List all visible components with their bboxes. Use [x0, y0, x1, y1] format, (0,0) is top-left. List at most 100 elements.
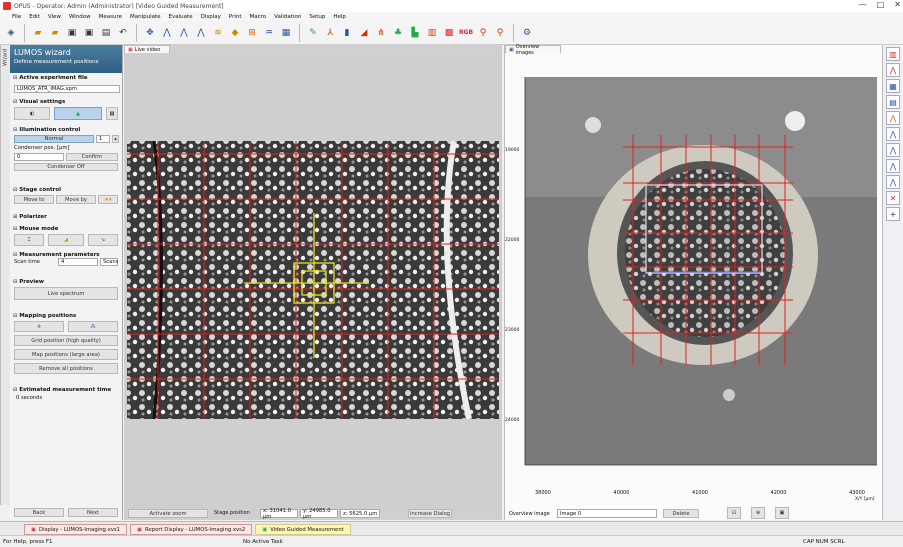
bars-icon[interactable]: ▮ — [340, 26, 354, 40]
live-video-view[interactable] — [124, 53, 502, 513]
transform-icon[interactable]: ♒ — [262, 26, 276, 40]
scan-time-unit[interactable]: Scans — [100, 258, 118, 266]
normalize-icon[interactable]: ≋ — [211, 26, 225, 40]
visual-mode-1-button[interactable]: ◐ — [14, 107, 50, 120]
peak2-icon[interactable]: ⋀ — [886, 127, 900, 141]
stage-star-icon[interactable]: ★▾ — [98, 195, 118, 204]
menu-help[interactable]: Help — [333, 14, 346, 20]
condenser-confirm-button[interactable]: Confirm — [66, 153, 118, 161]
pencil-icon[interactable]: ✎ — [306, 26, 320, 40]
visual-settings-icon[interactable]: ▦ — [106, 107, 118, 120]
line2-icon[interactable]: ⋀ — [886, 159, 900, 173]
undo-icon[interactable]: ↶ — [116, 26, 130, 40]
map-icon[interactable]: ▦ — [886, 79, 900, 93]
peak-pick-icon[interactable]: ⋀ — [160, 26, 174, 40]
overview-image-view[interactable] — [513, 55, 881, 475]
overview-image-select[interactable]: Image 0 — [557, 509, 657, 518]
image-icon[interactable]: ▩ — [442, 26, 456, 40]
smooth-icon[interactable]: ⋀ — [194, 26, 208, 40]
table-icon[interactable]: ▦ — [279, 26, 293, 40]
maximize-button[interactable]: □ — [877, 0, 885, 9]
snapshot-icon[interactable]: ▣ — [775, 507, 789, 519]
increase-dialog-button[interactable]: Increase Dialog — [408, 509, 452, 518]
section-preview[interactable]: ⊟ Preview — [10, 277, 47, 287]
baseline-icon[interactable]: ⋀ — [177, 26, 191, 40]
task-video-guided[interactable]: ▣ Video Guided Measurement — [255, 524, 351, 535]
peak-icon[interactable]: ⋀ — [886, 111, 900, 125]
wizard-icon[interactable]: ◈ — [4, 26, 18, 40]
minimize-button[interactable]: — — [859, 0, 867, 9]
spectrum-icon[interactable]: ⋀ — [886, 63, 900, 77]
zoom-fit-icon[interactable]: ⊡ — [727, 507, 741, 519]
stage-move-to-button[interactable]: Move to — [14, 195, 54, 204]
save-as-icon[interactable]: ▣ — [82, 26, 96, 40]
condenser-input[interactable]: 0 — [14, 153, 64, 161]
tab-live-video[interactable]: ▣ Live video — [124, 45, 170, 53]
table-icon[interactable]: ▤ — [886, 95, 900, 109]
section-mapping[interactable]: ⊟ Mapping positions — [10, 311, 79, 321]
menu-validation[interactable]: Validation — [274, 14, 301, 20]
menu-macro[interactable]: Macro — [250, 14, 267, 20]
menu-measure[interactable]: Measure — [99, 14, 122, 20]
grid-position-button[interactable]: Grid position (high quality) — [14, 335, 118, 346]
print-icon[interactable]: ▤ — [99, 26, 113, 40]
fork-icon[interactable]: ⋔ — [374, 26, 388, 40]
chart-icon[interactable]: ▥ — [886, 47, 900, 61]
section-estimated[interactable]: ⊟ Estimated measurement time — [10, 385, 114, 395]
section-stage[interactable]: ⊟ Stage control — [10, 185, 64, 195]
back-button[interactable]: Back — [14, 508, 64, 517]
task-display[interactable]: ▣ Display - LUMOS-Imaging.xvs1 — [24, 524, 127, 535]
menu-print[interactable]: Print — [229, 14, 242, 20]
settings-icon[interactable]: ⚙ — [520, 26, 534, 40]
activate-zoom-button[interactable]: Activate zoom — [128, 509, 208, 518]
mouse-select-icon[interactable]: ⌶ — [14, 234, 44, 246]
menu-manipulate[interactable]: Manipulate — [130, 14, 161, 20]
integrate-icon[interactable]: ⅄ — [323, 26, 337, 40]
open-icon[interactable]: ▰ — [31, 26, 45, 40]
menu-setup[interactable]: Setup — [309, 14, 325, 20]
tree-icon[interactable]: ♣ — [391, 26, 405, 40]
scan-time-input[interactable]: 4 — [58, 258, 98, 266]
mouse-measure-icon[interactable]: ◢ — [48, 234, 84, 246]
visual-mode-2-button[interactable]: ▲ — [54, 107, 102, 120]
measure-icon[interactable]: ✥ — [143, 26, 157, 40]
mouse-pan-icon[interactable]: ↘ — [88, 234, 118, 246]
grid-points-icon[interactable]: ⁂ — [68, 321, 118, 332]
wizard-side-tab[interactable]: Wizard — [0, 45, 10, 505]
live-spectrum-button[interactable]: Live spectrum — [14, 287, 118, 300]
save-icon[interactable]: ▣ — [65, 26, 79, 40]
illumination-value[interactable]: 1 — [96, 135, 110, 143]
subtract-icon[interactable]: ◆ — [228, 26, 242, 40]
chart-icon[interactable]: ▥ — [425, 26, 439, 40]
map-positions-button[interactable]: Map positions (large area) — [14, 349, 118, 360]
menu-edit[interactable]: Edit — [29, 14, 40, 20]
menu-file[interactable]: File — [12, 14, 21, 20]
open-folder-icon[interactable]: ▰ — [48, 26, 62, 40]
tab-overview-images[interactable]: ▣ Overview images — [505, 44, 561, 56]
menu-display[interactable]: Display — [201, 14, 221, 20]
section-active-exp[interactable]: ⊟ Active experiment file — [10, 73, 122, 83]
single-point-icon[interactable]: ✛ — [14, 321, 64, 332]
next-button[interactable]: Next — [68, 508, 118, 517]
cross-icon[interactable]: ✕ — [886, 191, 900, 205]
flag-icon[interactable]: ▙ — [408, 26, 422, 40]
condenser-off-button[interactable]: Condenser Off — [14, 163, 118, 171]
zoom-in-icon[interactable]: ⊕ — [751, 507, 765, 519]
section-mouse[interactable]: ⊟ Mouse mode — [10, 224, 61, 234]
line3-icon[interactable]: ⋀ — [886, 175, 900, 189]
menu-evaluate[interactable]: Evaluate — [169, 14, 193, 20]
close-button[interactable]: ✕ — [894, 0, 901, 9]
menu-view[interactable]: View — [48, 14, 61, 20]
menu-window[interactable]: Window — [69, 14, 91, 20]
delete-image-button[interactable]: Delete — [663, 509, 699, 518]
illumination-mode-button[interactable]: Normal — [14, 135, 94, 143]
search-icon[interactable]: ⚲ — [476, 26, 490, 40]
section-illumination[interactable]: ⊟ Illumination control — [10, 125, 83, 135]
drop-icon[interactable]: ◢ — [357, 26, 371, 40]
search-info-icon[interactable]: ⚲ — [493, 26, 507, 40]
exp-file-select[interactable]: LUMOS_ATR_IMAG.xpm — [14, 85, 120, 93]
illumination-spin[interactable]: ▴ — [112, 135, 119, 143]
rgb-icon[interactable]: RGB — [459, 26, 473, 40]
remove-positions-button[interactable]: Remove all positions — [14, 363, 118, 374]
grid-icon[interactable]: ⊞ — [245, 26, 259, 40]
